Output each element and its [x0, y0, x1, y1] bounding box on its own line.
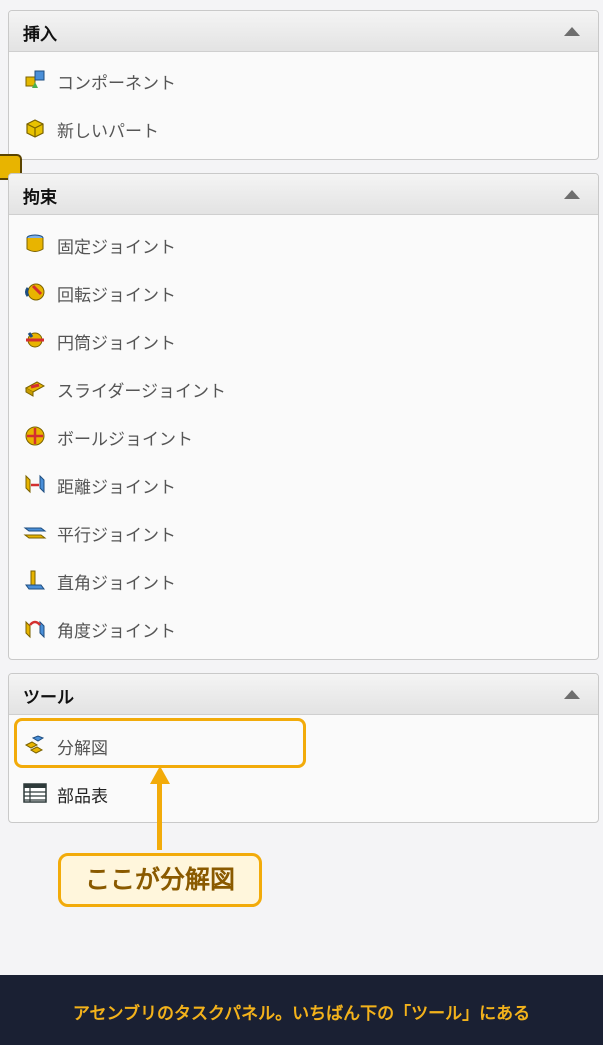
slider-joint-icon	[24, 381, 46, 397]
panel-title: 挿入	[23, 25, 57, 45]
panel-title: ツール	[23, 688, 74, 708]
constraint-panel-header[interactable]: 拘束	[9, 174, 598, 215]
insert-panel-header[interactable]: 挿入	[9, 11, 598, 52]
item-label: 角度ジョイント	[57, 622, 176, 642]
collapse-arrow-icon[interactable]	[564, 690, 580, 699]
item-slider-joint[interactable]: スライダージョイント	[9, 364, 598, 412]
item-bill-of-materials[interactable]: 部品表	[9, 769, 598, 817]
item-label: 直角ジョイント	[57, 574, 176, 594]
item-label: ボールジョイント	[57, 430, 193, 450]
panel-title: 拘束	[23, 188, 57, 208]
collapse-arrow-icon[interactable]	[564, 190, 580, 199]
tools-panel-header[interactable]: ツール	[9, 674, 598, 715]
item-new-part[interactable]: 新しいパート	[9, 104, 598, 152]
item-distance-joint[interactable]: 距離ジョイント	[9, 460, 598, 508]
callout-text: ここが分解図	[84, 865, 235, 894]
item-label: 平行ジョイント	[57, 526, 176, 546]
item-label: 部品表	[57, 787, 108, 807]
exploded-view-highlight	[14, 718, 306, 768]
angle-joint-icon	[25, 620, 45, 639]
revolute-joint-icon	[25, 283, 45, 301]
item-cylindrical-joint[interactable]: 円筒ジョイント	[9, 316, 598, 364]
item-label: 新しいパート	[57, 122, 159, 142]
collapse-arrow-icon[interactable]	[564, 27, 580, 36]
caption-bar: アセンブリのタスクパネル。いちばん下の「ツール」にある	[0, 975, 603, 1045]
item-perpendicular-joint[interactable]: 直角ジョイント	[9, 556, 598, 604]
item-label: 回転ジョイント	[57, 286, 176, 306]
bill-of-materials-icon	[23, 783, 47, 803]
item-parallel-joint[interactable]: 平行ジョイント	[9, 508, 598, 556]
item-ball-joint[interactable]: ボールジョイント	[9, 412, 598, 460]
item-label: 円筒ジョイント	[57, 334, 176, 354]
constraint-panel: 拘束 固定ジョイント 回転ジョイント 円筒ジョイント スライダージョイント ボー…	[8, 173, 599, 660]
item-label: スライダージョイント	[57, 382, 226, 402]
new-part-icon	[26, 119, 44, 138]
component-icon	[25, 70, 45, 88]
item-label: 固定ジョイント	[57, 238, 176, 258]
callout-box: ここが分解図	[58, 853, 262, 907]
cylindrical-joint-icon	[26, 332, 44, 348]
distance-joint-icon	[25, 474, 45, 494]
arrow-shaft	[157, 782, 162, 850]
item-angle-joint[interactable]: 角度ジョイント	[9, 604, 598, 652]
insert-panel: 挿入 コンポーネント 新しいパート	[8, 10, 599, 160]
item-label: コンポーネント	[57, 74, 176, 94]
item-revolute-joint[interactable]: 回転ジョイント	[9, 268, 598, 316]
item-component[interactable]: コンポーネント	[9, 56, 598, 104]
ball-joint-icon	[25, 426, 45, 446]
item-label: 距離ジョイント	[57, 478, 176, 498]
item-fixed-joint[interactable]: 固定ジョイント	[9, 220, 598, 268]
fixed-joint-icon	[26, 234, 44, 252]
caption-text: アセンブリのタスクパネル。いちばん下の「ツール」にある	[72, 1004, 531, 1024]
parallel-joint-icon	[23, 527, 47, 539]
perpendicular-joint-icon	[25, 570, 45, 590]
